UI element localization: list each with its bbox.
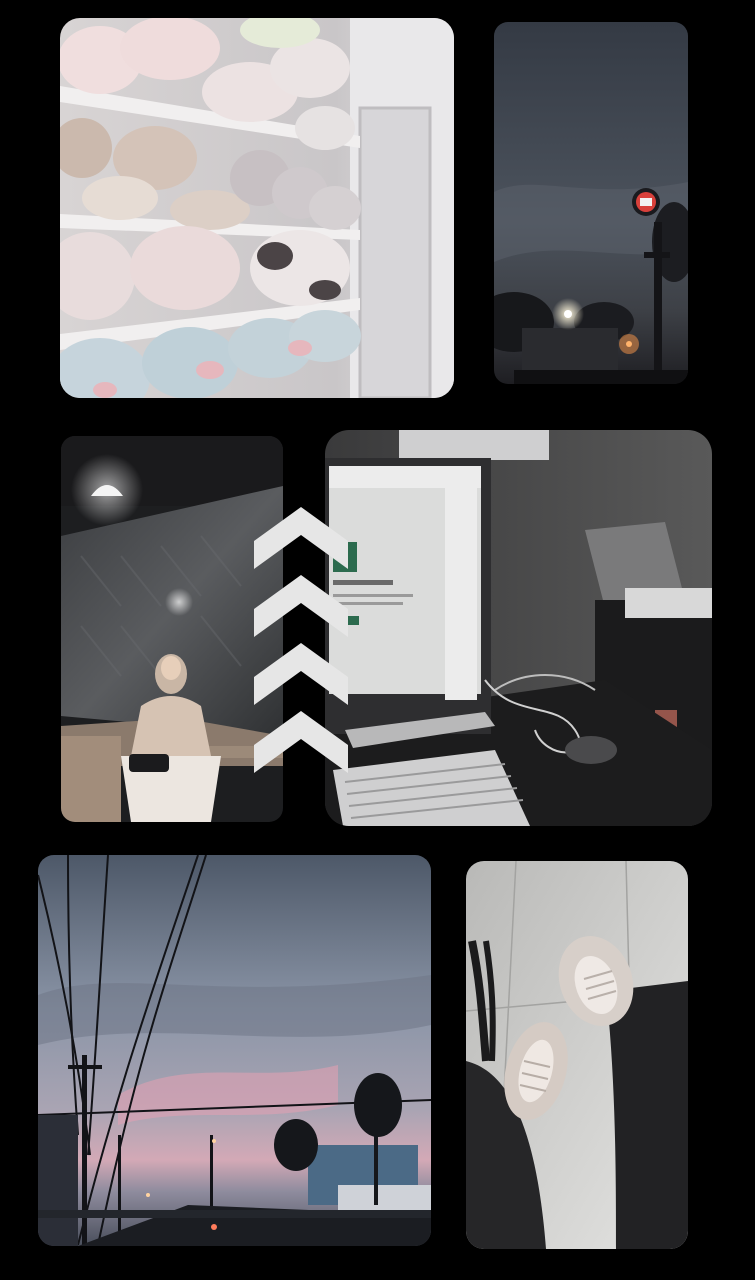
photo-woman-bench[interactable]: [61, 436, 283, 822]
photo-street-sunset[interactable]: [38, 855, 431, 1246]
chevron-up-arrows-icon: [254, 507, 348, 775]
photo-sneakers[interactable]: [466, 861, 688, 1249]
photo-plush-toys[interactable]: [60, 18, 454, 398]
photo-evening-sky[interactable]: [494, 22, 688, 384]
photo-computer-monitor[interactable]: [325, 430, 712, 826]
